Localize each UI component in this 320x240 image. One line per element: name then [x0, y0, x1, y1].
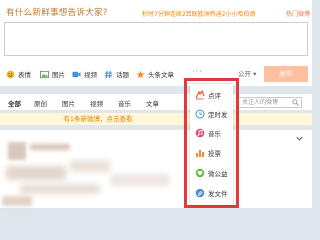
- menu-item-schedule-label: 定时发: [208, 111, 228, 119]
- feed-area: [0, 130, 312, 208]
- avatar: [8, 142, 26, 160]
- tab-images[interactable]: 图片: [62, 98, 75, 108]
- menu-item-review[interactable]: 点评: [190, 86, 233, 104]
- hot-info-bar: 秒时7分钟连续2耳联欧洲特迪2小小哈伯德 热门微博: [142, 9, 310, 18]
- video-icon: [72, 71, 81, 77]
- menu-item-music-label: 音乐: [208, 130, 221, 138]
- blurred-content: [30, 144, 70, 150]
- menu-item-vote-label: 投票: [208, 150, 221, 158]
- tab-videos[interactable]: 视频: [90, 98, 103, 108]
- blurred-content: [6, 166, 66, 180]
- composer-prompt: 有什么新鲜事想告诉大家?: [6, 8, 108, 18]
- menu-item-file-label: 发文件: [208, 190, 228, 198]
- tab-original[interactable]: 原创: [34, 98, 47, 108]
- composer-panel: 有什么新鲜事想告诉大家? 秒时7分钟连续2耳联欧洲特迪2小小哈伯德 热门微博 表…: [0, 0, 312, 86]
- more-button[interactable]: ···: [192, 67, 203, 76]
- composer-toolbar: 表情 图片 视频 话题 头条文章 ··· 公开 ▾ 发布: [0, 66, 312, 82]
- menu-item-schedule[interactable]: 定时发: [190, 105, 233, 123]
- search-icon[interactable]: [292, 99, 299, 106]
- menu-item-charity-label: 微公益: [208, 170, 228, 178]
- menu-item-vote[interactable]: 投票: [190, 144, 233, 162]
- menu-item-music[interactable]: 音乐: [190, 124, 233, 142]
- music-icon: [195, 128, 205, 138]
- emoji-button[interactable]: 表情: [6, 66, 31, 82]
- file-icon: [195, 188, 205, 198]
- tab-all[interactable]: 全部: [8, 98, 21, 108]
- new-posts-notice-text: 有1条新微博，点击查看: [63, 115, 133, 123]
- smile-icon: [6, 70, 15, 78]
- vote-icon: [196, 150, 204, 157]
- tab-music[interactable]: 音乐: [118, 98, 131, 108]
- charity-icon: [195, 168, 205, 178]
- chevron-down-icon[interactable]: [295, 134, 304, 143]
- article-label: 头条文章: [148, 71, 174, 79]
- menu-item-review-label: 点评: [208, 92, 221, 100]
- menu-item-charity[interactable]: 微公益: [190, 164, 233, 182]
- post-button[interactable]: 发布: [264, 66, 308, 82]
- hot-info-text[interactable]: 秒时7分钟连续2耳联欧洲特迪2小小哈伯德: [142, 9, 255, 18]
- image-label: 图片: [52, 71, 65, 79]
- image-button[interactable]: 图片: [40, 66, 65, 82]
- tab-articles[interactable]: 文章: [146, 98, 159, 108]
- video-button[interactable]: 视频: [72, 66, 97, 82]
- topic-button[interactable]: 话题: [104, 66, 129, 82]
- feed-search-input[interactable]: 关注人的微博: [238, 97, 302, 108]
- blurred-content: [110, 174, 170, 186]
- image-icon: [40, 70, 49, 78]
- article-button[interactable]: 头条文章: [136, 66, 174, 82]
- post-textarea[interactable]: [4, 22, 308, 56]
- topic-label: 话题: [116, 71, 129, 79]
- clock-icon: [195, 109, 205, 119]
- article-icon: [136, 70, 145, 78]
- blurred-content: [20, 184, 100, 194]
- blurred-content: [2, 196, 32, 206]
- menu-item-file[interactable]: 发文件: [190, 184, 233, 202]
- feed-tabs: 全部 原创 图片 视频 音乐 文章 关注人的微博: [0, 94, 312, 110]
- new-posts-notice[interactable]: 有1条新微博，点击查看: [0, 113, 312, 125]
- review-icon: [195, 90, 205, 100]
- video-label: 视频: [84, 71, 97, 79]
- emoji-label: 表情: [18, 71, 31, 79]
- hashtag-icon: [104, 70, 113, 78]
- more-menu: 点评 定时发 音乐 投票 微公益 发文件: [190, 84, 233, 205]
- search-placeholder: 关注人的微博: [242, 99, 279, 106]
- hot-topics-link[interactable]: 热门微博: [286, 9, 310, 18]
- visibility-dropdown[interactable]: 公开 ▾: [238, 68, 256, 78]
- blurred-content: [70, 160, 110, 172]
